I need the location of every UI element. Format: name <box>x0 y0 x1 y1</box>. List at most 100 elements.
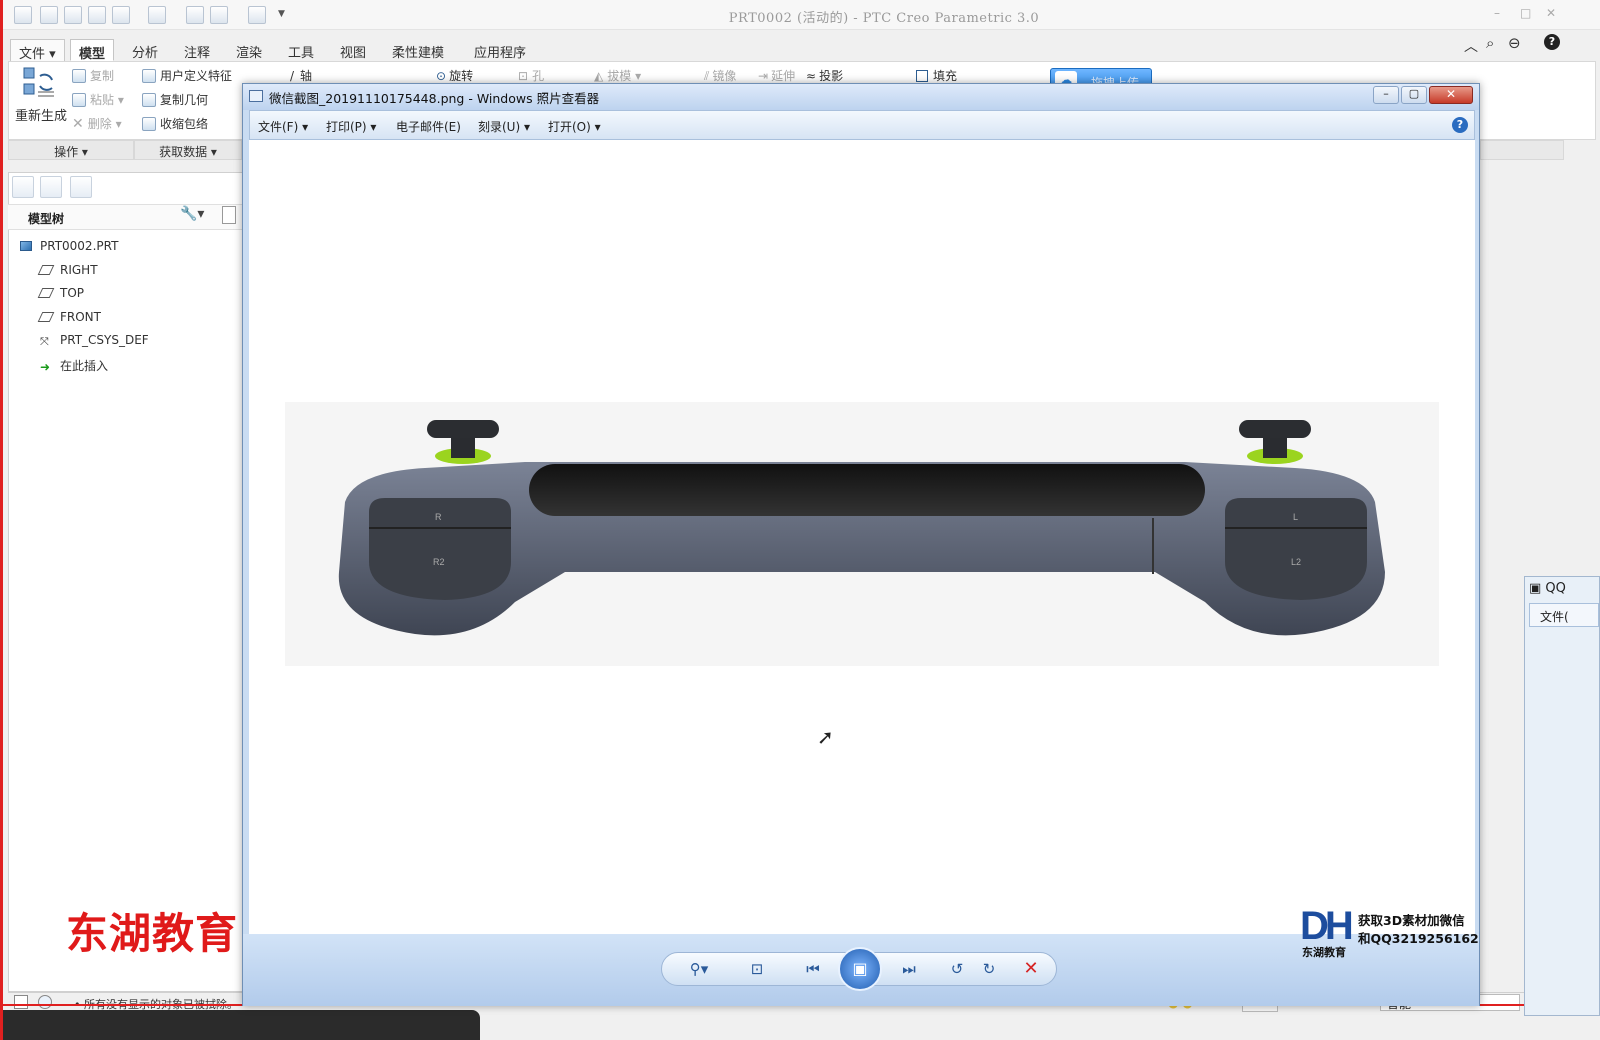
copy-geometry-icon <box>142 93 156 107</box>
group-get-data[interactable]: 获取数据 ▾ <box>134 140 242 160</box>
rotate-right-icon[interactable]: ↻ <box>974 954 1004 984</box>
dh-logo: DH <box>1300 904 1354 948</box>
draft-icon: ◭ <box>594 69 604 83</box>
recording-frame-left <box>0 0 3 1040</box>
revolve-button[interactable]: ⊙ 旋转 <box>436 67 473 84</box>
dh-logo-sub: 东湖教育 <box>1302 946 1346 959</box>
help-icon[interactable]: ? <box>1544 34 1560 50</box>
right-thumbstick-cap <box>1239 420 1311 438</box>
photo-viewer-window[interactable]: 微信截图_20191110175448.png - Windows 照片查看器 … <box>242 83 1480 1006</box>
viewer-menu-open[interactable]: 打开(O) ▾ <box>548 118 601 135</box>
close-button[interactable]: ✕ <box>1546 6 1556 20</box>
viewer-image-area[interactable]: R R2 L L2 ➚ <box>249 140 1475 934</box>
draft-button[interactable]: ◭ 拔模 ▾ <box>594 67 641 84</box>
tree-item-front[interactable]: FRONT <box>37 310 101 330</box>
shrinkwrap-button[interactable]: 收缩包络 <box>142 115 208 132</box>
viewer-maximize-button[interactable]: ▢ <box>1401 86 1427 104</box>
viewer-menu-burn[interactable]: 刻录(U) ▾ <box>478 118 530 135</box>
brand-text: 获取3D素材加微信 和QQ3219256162 <box>1358 912 1479 948</box>
next-icon[interactable]: ⏭ <box>894 954 924 984</box>
tab-model[interactable]: 模型 <box>70 39 115 62</box>
regenerate-icon[interactable] <box>22 66 56 98</box>
viewer-help-icon[interactable]: ? <box>1452 117 1468 133</box>
group-operations[interactable]: 操作 ▾ <box>8 140 134 160</box>
model-tree-title: 模型树 <box>28 212 65 226</box>
status-browser-icon[interactable] <box>38 995 52 1009</box>
tab-flexible-modeling[interactable]: 柔性建模 <box>384 39 452 61</box>
csys-icon: ⤧ <box>40 335 49 348</box>
paste-button[interactable]: 粘贴 ▾ <box>72 91 124 108</box>
datum-plane-icon <box>37 265 55 275</box>
model-tree-tab-icon[interactable] <box>12 176 34 198</box>
viewer-menu-email[interactable]: 电子邮件(E) <box>396 118 461 135</box>
maximize-button[interactable]: □ <box>1520 6 1531 20</box>
label-r2: R2 <box>433 557 445 567</box>
hole-button[interactable]: ⊡ 孔 <box>518 67 544 84</box>
tab-view[interactable]: 视图 <box>332 39 374 61</box>
minimize-button[interactable]: – <box>1494 6 1500 20</box>
show-menu-icon[interactable] <box>222 206 236 224</box>
community-icon[interactable]: ⊖ <box>1508 34 1521 52</box>
viewer-app-icon <box>249 90 263 102</box>
tree-item-right[interactable]: RIGHT <box>37 263 98 283</box>
tree-item-part[interactable]: PRT0002.PRT <box>20 239 118 259</box>
rotate-left-icon[interactable]: ↺ <box>942 954 972 984</box>
favorites-tab-icon[interactable] <box>70 176 92 198</box>
tree-item-csys[interactable]: ⤧ PRT_CSYS_DEF <box>40 333 149 353</box>
extend-icon: ⇥ <box>758 69 769 83</box>
paste-icon <box>72 93 86 107</box>
regenerate-button[interactable]: 重新生成 <box>15 105 67 124</box>
axis-button[interactable]: / 轴 <box>290 67 312 84</box>
tab-render[interactable]: 渲染 <box>228 39 270 61</box>
brand-line-1: 获取3D素材加微信 <box>1358 913 1465 928</box>
ribbon-group-strip <box>1480 140 1564 160</box>
tab-analysis[interactable]: 分析 <box>124 39 166 61</box>
qq-window[interactable]: ▣ QQ 文件( <box>1524 576 1600 1016</box>
viewer-menu-print[interactable]: 打印(P) ▾ <box>326 118 376 135</box>
app-title: PRT0002 (活动的) - PTC Creo Parametric 3.0 <box>728 11 1040 26</box>
tree-item-insert-here[interactable]: ➜ 在此插入 <box>40 357 108 377</box>
project-button[interactable]: ≈ 投影 <box>806 67 843 84</box>
qq-menu-file[interactable]: 文件( <box>1529 603 1599 627</box>
settings-icon[interactable]: 🔧▾ <box>180 206 204 222</box>
viewer-controls: ⚲▾ ⊡ ⏮ ▣ ⏭ ↺ ↻ ✕ <box>661 947 1057 991</box>
search-icon[interactable]: ⌕ <box>1486 34 1494 52</box>
extend-button[interactable]: ⇥ 延伸 <box>758 67 795 84</box>
user-defined-feature-button[interactable]: 用户定义特征 <box>142 67 232 84</box>
fill-button[interactable]: 填充 <box>916 67 957 84</box>
tab-applications[interactable]: 应用程序 <box>466 39 534 61</box>
fill-checkbox-icon <box>916 70 928 82</box>
copy-geometry-button[interactable]: 复制几何 <box>142 91 208 108</box>
ribbon-collapse-icon[interactable]: ︿ <box>1464 36 1478 56</box>
part-icon <box>20 241 32 251</box>
tab-annotate[interactable]: 注释 <box>176 39 218 61</box>
actual-size-icon[interactable]: ⊡ <box>742 954 772 984</box>
tab-tools[interactable]: 工具 <box>280 39 322 61</box>
viewer-minimize-button[interactable]: – <box>1373 86 1399 104</box>
copy-button[interactable]: 复制 <box>72 67 114 84</box>
delete-icon[interactable]: ✕ <box>1016 954 1046 984</box>
tree-item-top[interactable]: TOP <box>37 286 84 306</box>
viewer-menu-bar: 文件(F) ▾ 打印(P) ▾ 电子邮件(E) 刻录(U) ▾ 打开(O) ▾ … <box>249 110 1475 140</box>
label-r: R <box>435 512 442 522</box>
tab-file[interactable]: 文件 ▾ <box>10 39 65 62</box>
folder-browser-tab-icon[interactable] <box>40 176 62 198</box>
zoom-icon[interactable]: ⚲▾ <box>684 954 714 984</box>
mirror-button[interactable]: ⫽ 镜像 <box>704 67 736 84</box>
previous-icon[interactable]: ⏮ <box>798 954 828 984</box>
viewer-menu-file[interactable]: 文件(F) ▾ <box>258 118 308 135</box>
insert-arrow-icon: ➜ <box>40 360 51 374</box>
viewer-close-button[interactable]: ✕ <box>1429 86 1473 104</box>
revolve-icon: ⊙ <box>436 69 447 83</box>
datum-plane-icon <box>37 288 55 298</box>
taskbar-strip <box>0 1010 480 1040</box>
udf-icon <box>142 69 156 83</box>
game-controller-image: R R2 L L2 <box>338 420 1385 636</box>
qq-title: ▣ QQ <box>1529 581 1566 596</box>
shrinkwrap-icon <box>142 117 156 131</box>
viewer-title: 微信截图_20191110175448.png - Windows 照片查看器 <box>269 91 600 106</box>
status-tree-icon[interactable] <box>14 995 28 1009</box>
brand-line-2: 和QQ3219256162 <box>1358 931 1479 946</box>
delete-button[interactable]: ✕ 删除 ▾ <box>72 115 122 132</box>
slideshow-icon[interactable]: ▣ <box>838 947 882 991</box>
